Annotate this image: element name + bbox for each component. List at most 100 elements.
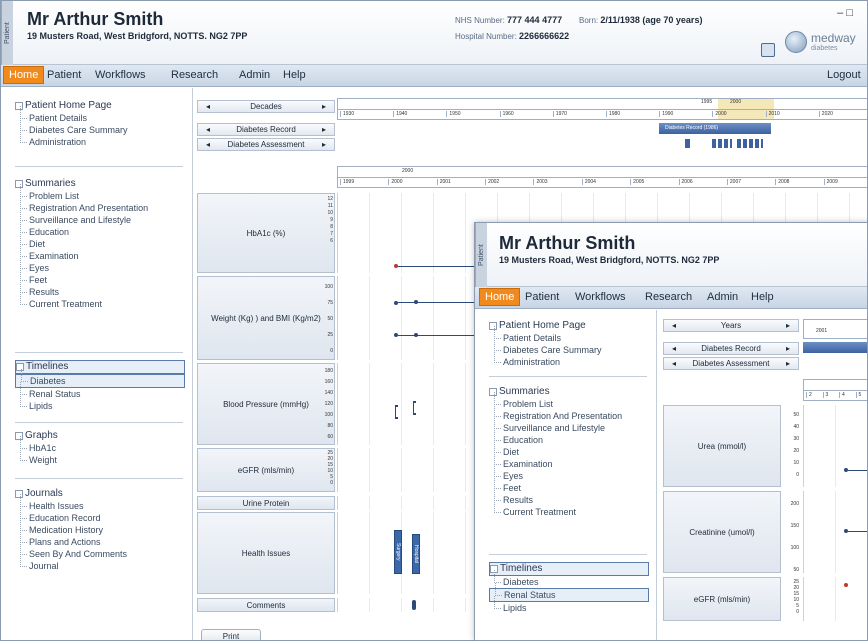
assessment-markers[interactable] xyxy=(712,139,732,148)
sidebar-item-problem-list[interactable]: Problem List xyxy=(15,184,185,202)
record-prev-arrow[interactable]: ◂ xyxy=(206,124,210,135)
sidebar-patient-home-title[interactable]: Patient Home Page xyxy=(15,100,185,112)
assessment-marker[interactable] xyxy=(685,139,690,148)
sidebar-item-education[interactable]: Education xyxy=(15,220,185,238)
years-selector[interactable]: ◂ Years ▸ xyxy=(663,319,799,332)
menu-admin-2[interactable]: Admin xyxy=(707,291,738,303)
menu-help[interactable]: Help xyxy=(283,69,306,81)
sidebar-item-results[interactable]: Results xyxy=(15,280,185,298)
assessment2-prev-arrow[interactable]: ◂ xyxy=(672,358,676,369)
sidebar2-summaries-title[interactable]: Summaries xyxy=(489,386,649,398)
egfr-point[interactable] xyxy=(844,583,848,587)
menu-help-2[interactable]: Help xyxy=(751,291,774,303)
sidebar2-patient-home-title[interactable]: Patient Home Page xyxy=(489,320,649,332)
menu-patient[interactable]: Patient xyxy=(47,69,81,81)
sidebar2-item-feet[interactable]: Feet xyxy=(489,476,649,494)
sidebar2-item-surveillance[interactable]: Surveillance and Lifestyle xyxy=(489,416,649,434)
sidebar-item-current-treatment[interactable]: Current Treatment xyxy=(15,292,185,310)
health-issue-bar[interactable]: Surgery xyxy=(394,530,402,574)
sidebar-item-diabetes-care-summary[interactable]: Diabetes Care Summary xyxy=(15,118,185,136)
sidebar2-item-diet[interactable]: Diet xyxy=(489,440,649,458)
sidebar-item-diet[interactable]: Diet xyxy=(15,232,185,250)
sidebar-graphs-title[interactable]: Graphs xyxy=(15,430,185,442)
record2-prev-arrow[interactable]: ◂ xyxy=(672,343,676,354)
menu-home-2[interactable]: Home xyxy=(479,288,521,306)
assessment2-next-arrow[interactable]: ▸ xyxy=(786,358,790,369)
decades-prev-arrow[interactable]: ◂ xyxy=(206,101,210,112)
restore-button[interactable] xyxy=(761,43,775,57)
sidebar-item-weight[interactable]: Weight xyxy=(15,448,185,466)
window-controls[interactable]: – □ xyxy=(837,7,853,19)
sidebar-item-medication-history[interactable]: Medication History xyxy=(15,518,185,536)
assessment-prev-arrow[interactable]: ◂ xyxy=(206,139,210,150)
sidebar-item-lipids[interactable]: Lipids xyxy=(15,394,185,412)
bp-marker[interactable] xyxy=(395,405,398,419)
decade-tick: 1950 xyxy=(446,111,497,117)
record-next-arrow[interactable]: ▸ xyxy=(322,124,326,135)
sidebar-item-registration[interactable]: Registration And Presentation xyxy=(15,196,185,214)
menu-admin[interactable]: Admin xyxy=(239,69,270,81)
sidebar-item-plans-and-actions[interactable]: Plans and Actions xyxy=(15,530,185,548)
weight-axis-tick: 50 xyxy=(327,316,333,322)
year-tick: 2006 xyxy=(678,179,725,185)
menu-home[interactable]: Home xyxy=(3,66,45,84)
assessment-next-arrow[interactable]: ▸ xyxy=(322,139,326,150)
record2-next-arrow[interactable]: ▸ xyxy=(786,343,790,354)
sidebar-timelines-title[interactable]: Timelines xyxy=(15,360,185,374)
sidebar-summaries-title[interactable]: Summaries xyxy=(15,178,185,190)
sidebar-item-patient-details[interactable]: Patient Details xyxy=(15,106,185,124)
sidebar-item-examination[interactable]: Examination xyxy=(15,244,185,262)
sidebar2-item-examination[interactable]: Examination xyxy=(489,452,649,470)
sidebar-item-surveillance[interactable]: Surveillance and Lifestyle xyxy=(15,208,185,226)
sidebar-item-feet[interactable]: Feet xyxy=(15,268,185,286)
sidebar2-item-administration[interactable]: Administration xyxy=(489,350,649,368)
sidebar-item-journal[interactable]: Journal xyxy=(15,554,185,572)
sidebar2-item-problem-list[interactable]: Problem List xyxy=(489,392,649,410)
diabetes-assessment-row-2[interactable]: ◂ Diabetes Assessment ▸ xyxy=(663,357,799,370)
sidebar-item-eyes[interactable]: Eyes xyxy=(15,256,185,274)
sidebar2-item-current-treatment[interactable]: Current Treatment xyxy=(489,500,649,518)
decades-selector[interactable]: ◂ Decades ▸ xyxy=(197,100,335,113)
sidebar2-item-renal-status[interactable]: Renal Status xyxy=(489,583,649,602)
health-issue-bar[interactable]: Hospital xyxy=(412,534,420,574)
sidebar-item-renal-status[interactable]: Renal Status xyxy=(15,382,185,400)
diabetes-record-row-2[interactable]: ◂ Diabetes Record ▸ xyxy=(663,342,799,355)
logout-link[interactable]: Logout xyxy=(827,69,861,81)
patient-side-tab[interactable]: Patient xyxy=(1,1,13,65)
bp-marker[interactable] xyxy=(413,401,416,415)
patient-side-tab-2[interactable]: Patient xyxy=(475,223,487,287)
menu-workflows-2[interactable]: Workflows xyxy=(575,291,626,303)
menu-research-2[interactable]: Research xyxy=(645,291,692,303)
menu-workflows[interactable]: Workflows xyxy=(95,69,146,81)
sidebar2-item-education[interactable]: Education xyxy=(489,428,649,446)
diabetes-record-row[interactable]: ◂ Diabetes Record ▸ xyxy=(197,123,335,136)
sidebar-item-seen-by[interactable]: Seen By And Comments xyxy=(15,542,185,560)
years-next-arrow[interactable]: ▸ xyxy=(786,320,790,331)
sidebar2-item-diabetes[interactable]: Diabetes xyxy=(489,570,649,588)
diabetes-assessment-row[interactable]: ◂ Diabetes Assessment ▸ xyxy=(197,138,335,151)
sidebar2-item-results[interactable]: Results xyxy=(489,488,649,506)
sidebar-item-health-issues[interactable]: Health Issues xyxy=(15,494,185,512)
diabetes-record-bar-2[interactable] xyxy=(803,342,867,353)
sidebar2-item-patient-details[interactable]: Patient Details xyxy=(489,326,649,344)
sidebar-item-administration[interactable]: Administration xyxy=(15,130,185,148)
hba1c-axis-tick: 6 xyxy=(330,238,333,244)
assessment-markers[interactable] xyxy=(737,139,763,148)
diabetes-record-bar[interactable]: Diabetes Record (1986) xyxy=(659,123,771,134)
sidebar-item-diabetes[interactable]: Diabetes xyxy=(15,369,185,388)
sidebar2-item-lipids[interactable]: Lipids xyxy=(489,596,649,614)
years-prev-arrow[interactable]: ◂ xyxy=(672,320,676,331)
comment-marker[interactable] xyxy=(412,600,416,610)
sidebar2-item-eyes[interactable]: Eyes xyxy=(489,464,649,482)
sidebar-item-education-record[interactable]: Education Record xyxy=(15,506,185,524)
sidebar2-item-diabetes-care-summary[interactable]: Diabetes Care Summary xyxy=(489,338,649,356)
print-button[interactable]: Print xyxy=(201,629,261,640)
menu-research[interactable]: Research xyxy=(171,69,218,81)
menu-patient-2[interactable]: Patient xyxy=(525,291,559,303)
decades-next-arrow[interactable]: ▸ xyxy=(322,101,326,112)
sidebar-journals-title[interactable]: Journals xyxy=(15,488,185,500)
sidebar2-item-registration[interactable]: Registration And Presentation xyxy=(489,404,649,422)
sidebar2-timelines-title[interactable]: Timelines xyxy=(489,562,649,576)
sidebar-item-hba1c[interactable]: HbA1c xyxy=(15,436,185,454)
egfr-axis-tick: 0 xyxy=(330,480,333,486)
